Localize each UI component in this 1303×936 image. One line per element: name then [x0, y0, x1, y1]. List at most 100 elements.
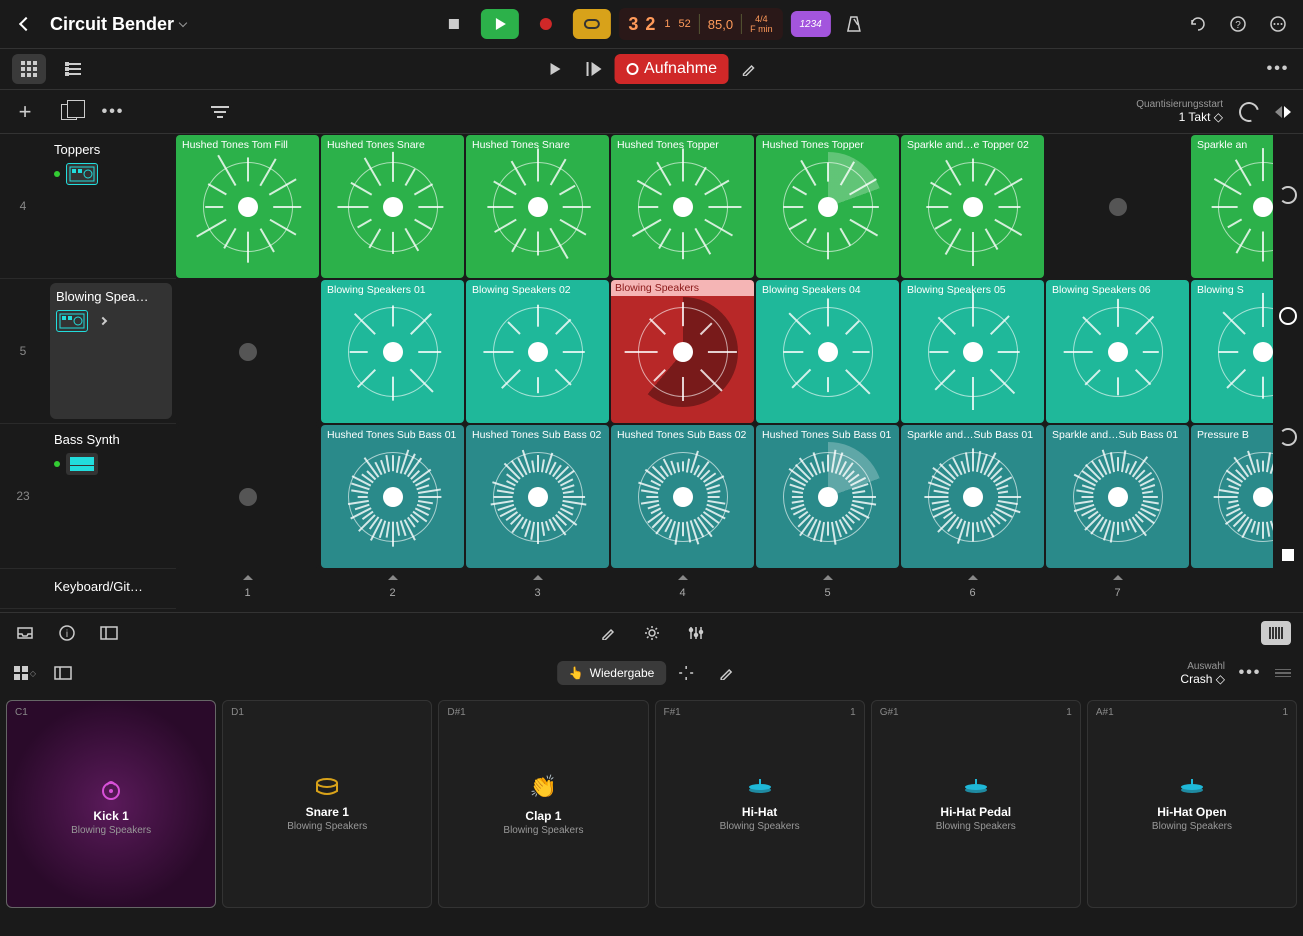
grid-view-button[interactable]	[12, 54, 46, 84]
clip-cell[interactable]: Hushed Tones Topper	[611, 135, 754, 278]
track-header[interactable]: Toppers	[46, 134, 176, 278]
row-knob[interactable]	[1279, 428, 1297, 446]
scene-trigger[interactable]: 3	[466, 569, 609, 609]
cycle-icon	[583, 19, 599, 29]
clip-cell[interactable]: Blowing S	[1191, 280, 1273, 423]
mixer-button[interactable]	[683, 620, 709, 646]
sidebar-toggle-button[interactable]	[96, 620, 122, 646]
clip-cell[interactable]: Sparkle and…e Topper 02	[901, 135, 1044, 278]
clip-cell[interactable]: Sparkle and…Sub Bass 01	[901, 425, 1044, 568]
pad-more-button[interactable]: •••	[1237, 660, 1263, 686]
pad-sidebar-button[interactable]	[50, 660, 76, 686]
stop-button[interactable]	[434, 9, 472, 39]
back-button[interactable]	[12, 10, 40, 38]
clip-cell[interactable]: Hushed Tones Snare	[466, 135, 609, 278]
scene-trigger[interactable]: 1	[176, 569, 319, 609]
count-in-button[interactable]: 1234	[791, 11, 831, 37]
clip-cell[interactable]: Blowing Speakers 01	[321, 280, 464, 423]
list-view-button[interactable]	[56, 54, 90, 84]
filter-button[interactable]	[207, 99, 233, 125]
inbox-button[interactable]	[12, 620, 38, 646]
clip-cell[interactable]: Blowing Speakers 06	[1046, 280, 1189, 423]
toolbar-more-button[interactable]: •••	[1265, 56, 1291, 82]
swing-knob[interactable]	[1235, 98, 1262, 125]
clip-cell[interactable]: Hushed Tones Sub Bass 02	[466, 425, 609, 568]
drum-pad[interactable]: G#1 1 Hi-Hat Pedal Blowing Speakers	[871, 700, 1081, 908]
plus-icon: +	[19, 99, 32, 125]
playback-mode-button[interactable]: 👆Wiedergabe	[557, 661, 667, 685]
track-name[interactable]: Keyboard/Git…	[46, 569, 151, 608]
clip-cell[interactable]: Blowing Speakers 02	[466, 280, 609, 423]
focus-button[interactable]	[666, 658, 706, 688]
record-button[interactable]	[526, 9, 564, 39]
help-icon: ?	[1229, 15, 1247, 33]
drum-pad[interactable]: F#1 1 Hi-Hat Blowing Speakers	[655, 700, 865, 908]
scene-trigger[interactable]: 5	[756, 569, 899, 609]
row-knob[interactable]	[1279, 307, 1297, 325]
pad-name: Kick 1	[93, 809, 128, 823]
keyboard-button[interactable]	[1261, 621, 1291, 645]
play-button[interactable]	[480, 9, 518, 39]
row-knob[interactable]	[1279, 186, 1297, 204]
play-from-button[interactable]	[574, 54, 614, 84]
clip-cell[interactable]: Hushed Tones Sub Bass 02	[611, 425, 754, 568]
clip-cell[interactable]: Hushed Tones Sub Bass 01	[756, 425, 899, 568]
edit-button[interactable]	[729, 54, 769, 84]
record-mode-button[interactable]: Aufnahme	[614, 54, 729, 84]
clip-cell[interactable]	[176, 425, 319, 568]
clip-cell[interactable]: Blowing Speakers 05	[901, 280, 1044, 423]
instrument-icon	[66, 163, 98, 185]
info-button[interactable]: i	[54, 620, 80, 646]
clip-cell[interactable]: Sparkle and…Sub Bass 01	[1046, 425, 1189, 568]
play-from-start-button[interactable]	[534, 54, 574, 84]
clip-label: Hushed Tones Sub Bass 01	[327, 429, 458, 441]
add-track-button[interactable]: +	[12, 99, 38, 125]
more-button[interactable]	[1265, 11, 1291, 37]
clip-cell[interactable]: Blowing Speakers	[611, 280, 754, 423]
stop-all-button[interactable]	[1282, 549, 1294, 561]
track-number	[0, 569, 46, 608]
clip-cell[interactable]: Pressure B	[1191, 425, 1273, 568]
cycle-button[interactable]	[572, 9, 610, 39]
quantize-control[interactable]: Quantisierungsstart 1 Takt ◇	[1136, 99, 1223, 124]
clip-cell[interactable]: Hushed Tones Snare	[321, 135, 464, 278]
empty-slot-icon	[1109, 198, 1127, 216]
scene-trigger[interactable]: 4	[611, 569, 754, 609]
drag-handle[interactable]	[1275, 669, 1291, 678]
clip-cell[interactable]	[176, 280, 319, 423]
pad-edit-button[interactable]	[706, 658, 746, 688]
clip-cell[interactable]: Blowing Speakers 04	[756, 280, 899, 423]
scene-trigger[interactable]: 6	[901, 569, 1044, 609]
track-more-button[interactable]: •••	[100, 99, 126, 125]
clip-cell[interactable]: Hushed Tones Sub Bass 01	[321, 425, 464, 568]
scene-trigger[interactable]: 2	[321, 569, 464, 609]
chevron-up-icon	[678, 575, 688, 580]
clip-cell[interactable]: Hushed Tones Tom Fill	[176, 135, 319, 278]
lcd-display[interactable]: 3 2 1 52 85,0 4/4 F min	[618, 8, 782, 40]
pad-layout-button[interactable]: ◇	[12, 660, 38, 686]
help-button[interactable]: ?	[1225, 11, 1251, 37]
clip-cell[interactable]: Sparkle an	[1191, 135, 1273, 278]
scene-trigger[interactable]: 7	[1046, 569, 1189, 609]
drum-pad[interactable]: C1 Kick 1 Blowing Speakers	[6, 700, 216, 908]
pad-number: 1	[1282, 707, 1288, 718]
selection-display[interactable]: Auswahl Crash ◇	[1180, 661, 1225, 686]
project-title[interactable]: Circuit Bender	[50, 14, 186, 35]
track-header[interactable]: Blowing Spea…	[50, 283, 172, 419]
waveform-icon	[1218, 307, 1274, 397]
focus-icon	[678, 665, 694, 681]
brightness-button[interactable]	[639, 620, 665, 646]
track-header[interactable]: Bass Synth	[46, 424, 176, 568]
drum-pad[interactable]: D#1 👏 Clap 1 Blowing Speakers	[438, 700, 648, 908]
duplicate-button[interactable]	[56, 99, 82, 125]
clip-cell[interactable]: Hushed Tones Topper	[756, 135, 899, 278]
pad-note: F#1	[664, 707, 681, 718]
drum-pad[interactable]: A#1 1 Hi-Hat Open Blowing Speakers	[1087, 700, 1297, 908]
sun-icon	[644, 625, 660, 641]
nudge-control[interactable]	[1275, 106, 1291, 118]
metronome-button[interactable]	[839, 15, 869, 33]
undo-button[interactable]	[1185, 11, 1211, 37]
drum-pad[interactable]: D1 Snare 1 Blowing Speakers	[222, 700, 432, 908]
clip-cell[interactable]	[1046, 135, 1189, 278]
edit-pencil-button[interactable]	[595, 620, 621, 646]
